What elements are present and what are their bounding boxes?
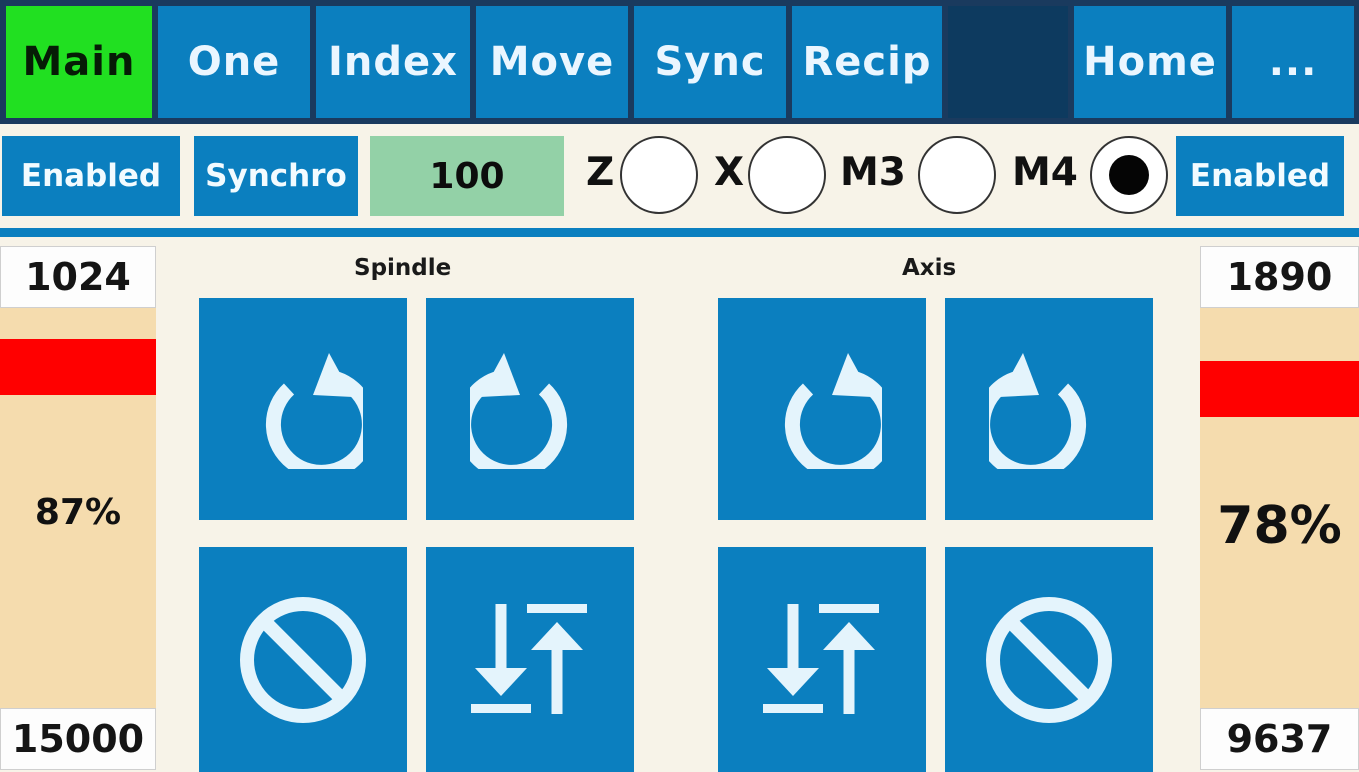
right-gauge: 78% <box>1200 308 1359 708</box>
rotate-ccw-icon <box>762 349 882 469</box>
right-gauge-percent: 78% <box>1217 496 1342 556</box>
radio-m3[interactable] <box>918 136 996 214</box>
tab-blank[interactable] <box>948 6 1068 118</box>
right-bottom-readout: 9637 <box>1200 708 1359 770</box>
sync-arrows-icon <box>763 604 881 716</box>
control-row: Enabled Synchro 100 Z X M3 M4 Enabled <box>0 124 1359 228</box>
tab-recip[interactable]: Recip <box>792 6 942 118</box>
synchro-button[interactable]: Synchro <box>194 136 358 216</box>
tab-index[interactable]: Index <box>316 6 470 118</box>
right-enabled-button[interactable]: Enabled <box>1176 136 1344 216</box>
axis-stop-button[interactable] <box>945 547 1153 772</box>
left-gauge-percent: 87% <box>34 492 122 533</box>
spindle-stop-button[interactable] <box>199 547 407 772</box>
stop-icon <box>239 596 367 724</box>
tab-home[interactable]: Home <box>1074 6 1226 118</box>
radio-x[interactable] <box>748 136 826 214</box>
radio-selected-dot <box>1109 155 1149 195</box>
radio-label-x: X <box>714 150 745 195</box>
tab-sync[interactable]: Sync <box>634 6 786 118</box>
sync-arrows-icon <box>471 604 589 716</box>
axis-sync-button[interactable] <box>718 547 926 772</box>
axis-title: Axis <box>902 255 957 281</box>
value-field[interactable]: 100 <box>370 136 564 216</box>
radio-m4[interactable] <box>1090 136 1168 214</box>
stop-icon <box>985 596 1113 724</box>
left-gauge: 87% <box>0 308 156 708</box>
left-gauge-bar <box>0 339 156 395</box>
left-top-readout: 1024 <box>0 246 156 308</box>
radio-label-m4: M4 <box>1012 150 1078 195</box>
rotate-cw-icon <box>989 349 1109 469</box>
tab-move[interactable]: Move <box>476 6 628 118</box>
tab-bar: Main One Index Move Sync Recip Home ... <box>0 0 1359 124</box>
right-top-readout: 1890 <box>1200 246 1359 308</box>
divider <box>0 228 1359 237</box>
spindle-title: Spindle <box>354 255 452 281</box>
tab-one[interactable]: One <box>158 6 310 118</box>
left-enabled-button[interactable]: Enabled <box>2 136 180 216</box>
tab-main[interactable]: Main <box>6 6 152 118</box>
axis-cw-button[interactable] <box>945 298 1153 520</box>
left-bottom-readout: 15000 <box>0 708 156 770</box>
radio-label-m3: M3 <box>840 150 906 195</box>
spindle-cw-button[interactable] <box>426 298 634 520</box>
spindle-ccw-button[interactable] <box>199 298 407 520</box>
rotate-cw-icon <box>470 349 590 469</box>
radio-label-z: Z <box>586 150 615 195</box>
spindle-sync-button[interactable] <box>426 547 634 772</box>
radio-z[interactable] <box>620 136 698 214</box>
right-gauge-bar <box>1200 361 1359 417</box>
tab-more[interactable]: ... <box>1232 6 1354 118</box>
rotate-ccw-icon <box>243 349 363 469</box>
axis-ccw-button[interactable] <box>718 298 926 520</box>
